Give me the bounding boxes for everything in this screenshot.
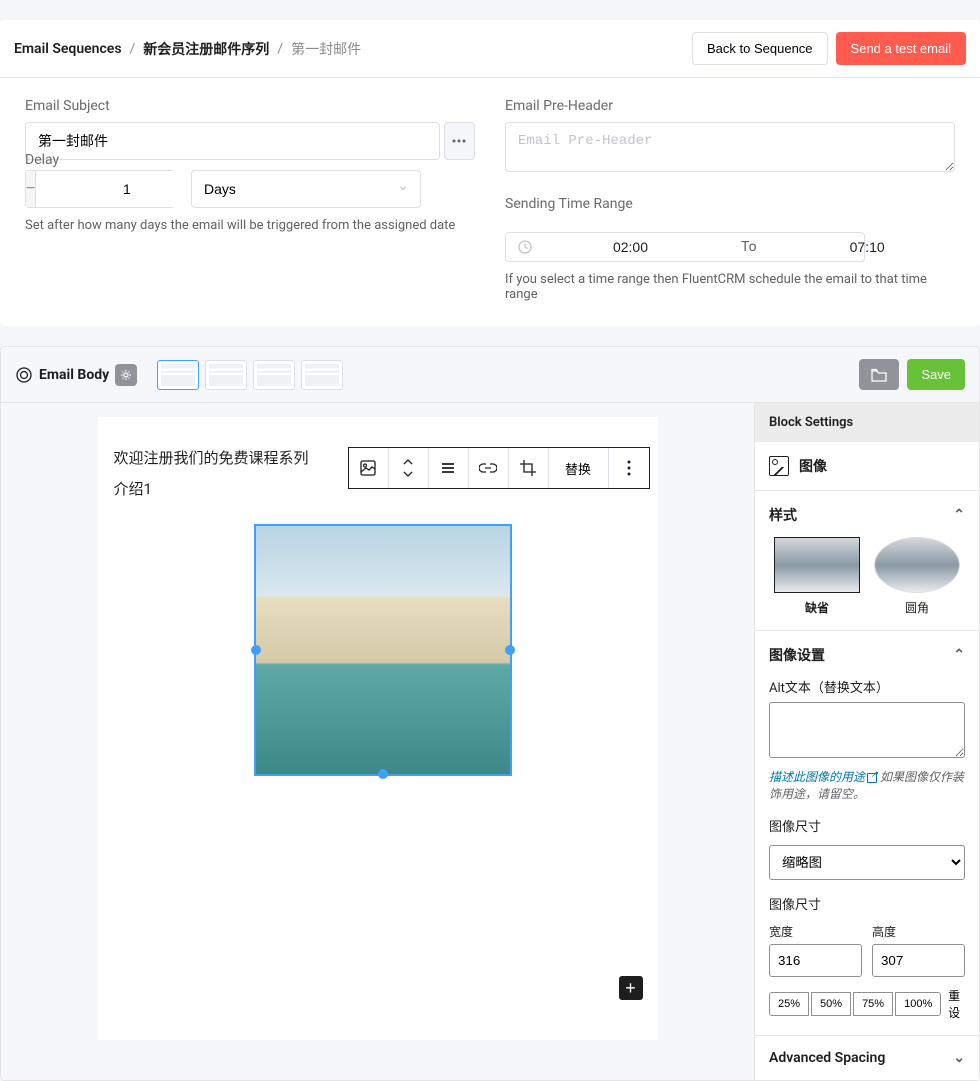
height-input[interactable] <box>872 944 965 977</box>
chevron-down-icon: ⌄ <box>953 1050 965 1066</box>
target-icon <box>15 366 33 384</box>
time-to-input[interactable] <box>777 239 958 255</box>
clock-icon <box>518 240 532 254</box>
selected-image[interactable] <box>254 524 512 776</box>
template-thumb-3[interactable] <box>253 360 295 390</box>
pct-75-button[interactable]: 75% <box>853 992 893 1016</box>
template-thumb-4[interactable] <box>301 360 343 390</box>
chevron-up-icon: ⌃ <box>953 507 965 523</box>
save-button[interactable]: Save <box>907 359 965 390</box>
align-button[interactable] <box>429 448 469 488</box>
time-helper-text: If you select a time range then FluentCR… <box>505 272 955 302</box>
template-thumb-2[interactable] <box>205 360 247 390</box>
style-section-toggle[interactable]: 样式 ⌃ <box>769 505 965 525</box>
width-input[interactable] <box>769 944 862 977</box>
advanced-spacing-toggle[interactable]: Advanced Spacing ⌄ <box>769 1050 965 1066</box>
image-settings-toggle[interactable]: 图像设置 ⌃ <box>769 645 965 665</box>
delay-unit-select[interactable]: Days <box>191 170 421 208</box>
breadcrumb: Email Sequences / 新会员注册邮件序列 / 第一封邮件 <box>14 39 361 59</box>
delay-helper-text: Set after how many days the email will b… <box>25 218 475 233</box>
alt-text-input[interactable] <box>769 702 965 758</box>
add-block-button[interactable]: + <box>619 976 643 1000</box>
time-separator: To <box>721 239 777 255</box>
height-label: 高度 <box>872 923 965 940</box>
resize-handle-left[interactable] <box>251 645 261 655</box>
width-label: 宽度 <box>769 923 862 940</box>
template-thumb-1[interactable] <box>157 360 199 390</box>
pct-25-button[interactable]: 25% <box>769 992 809 1016</box>
chevron-up-icon: ⌃ <box>953 647 965 663</box>
delay-label: Delay <box>25 152 59 168</box>
alt-help-link[interactable]: 描述此图像的用途 <box>769 770 877 784</box>
move-up-down-button[interactable] <box>389 448 429 488</box>
image-block-icon[interactable] <box>349 448 389 488</box>
delay-number-input[interactable]: − + <box>25 170 175 208</box>
time-range-input[interactable]: To <box>505 232 865 262</box>
time-range-label: Sending Time Range <box>505 196 955 212</box>
settings-gear-badge[interactable] <box>115 364 137 386</box>
block-type-title: 图像 <box>799 456 827 476</box>
sidebar-header: Block Settings <box>755 403 979 442</box>
folder-button[interactable] <box>859 359 899 390</box>
pct-100-button[interactable]: 100% <box>895 992 941 1016</box>
pct-50-button[interactable]: 50% <box>811 992 851 1016</box>
image-size-select[interactable]: 缩略图 <box>769 845 965 880</box>
send-test-email-button[interactable]: Send a test email <box>836 32 966 65</box>
breadcrumb-root[interactable]: Email Sequences <box>14 41 122 57</box>
editor-canvas[interactable]: 欢迎注册我们的免费课程系列 介绍1 <box>98 417 658 1040</box>
image-icon <box>769 456 789 476</box>
more-options-button[interactable] <box>609 448 649 488</box>
link-button[interactable] <box>469 448 509 488</box>
breadcrumb-parent[interactable]: 新会员注册邮件序列 <box>143 39 269 59</box>
crop-button[interactable] <box>509 448 549 488</box>
delay-decrement-button[interactable]: − <box>26 171 36 207</box>
style-rounded-option[interactable]: 圆角 <box>874 537 960 616</box>
alt-text-label: Alt文本（替换文本） <box>769 677 965 696</box>
email-body-title: Email Body <box>39 367 109 383</box>
preheader-label: Email Pre-Header <box>505 98 955 114</box>
time-from-input[interactable] <box>540 239 721 255</box>
replace-button[interactable]: 替换 <box>549 448 609 488</box>
dimensions-label: 图像尺寸 <box>769 894 965 913</box>
breadcrumb-current: 第一封邮件 <box>291 39 361 59</box>
subject-more-button[interactable] <box>444 122 475 160</box>
email-subject-input[interactable] <box>25 122 440 160</box>
block-toolbar: 替换 <box>348 447 650 489</box>
email-subject-label: Email Subject <box>25 98 475 114</box>
image-size-label: 图像尺寸 <box>769 816 965 835</box>
back-to-sequence-button[interactable]: Back to Sequence <box>692 32 828 65</box>
external-link-icon <box>867 773 877 783</box>
style-default-option[interactable]: 缺省 <box>774 537 860 616</box>
resize-handle-bottom[interactable] <box>378 769 388 779</box>
reset-button[interactable]: 重设 <box>943 987 965 1021</box>
image-block[interactable] <box>254 524 512 776</box>
preheader-input[interactable] <box>505 122 955 172</box>
resize-handle-right[interactable] <box>505 645 515 655</box>
